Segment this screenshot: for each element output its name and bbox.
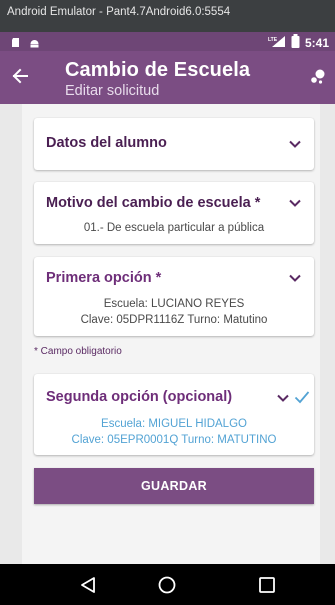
required-note: * Campo obligatorio <box>34 346 122 357</box>
form-content: Datos del alumno Motivo del cambio de es… <box>22 104 320 564</box>
back-button[interactable] <box>5 61 35 91</box>
arrow-back-icon <box>12 68 28 84</box>
reason-card[interactable]: Motivo del cambio de escuela * 01.- De e… <box>34 182 314 244</box>
nav-recents-button[interactable] <box>256 574 278 596</box>
scroll-area[interactable]: Datos del alumno Motivo del cambio de es… <box>0 104 335 564</box>
recents-square-icon <box>259 577 275 593</box>
nav-home-button[interactable] <box>156 574 178 596</box>
chevron-down-icon[interactable] <box>288 273 302 283</box>
clock: 5:41 <box>304 35 329 50</box>
check-icon <box>294 391 310 404</box>
student-data-title: Datos del alumno <box>46 135 167 151</box>
first-option-details: Clave: 05DPR1116Z Turno: Matutino <box>80 314 268 326</box>
home-circle-icon <box>158 576 176 594</box>
bubbles-icon <box>311 69 325 84</box>
page-subtitle: Editar solicitud <box>65 83 160 99</box>
chat-button[interactable] <box>303 63 331 91</box>
reason-title: Motivo del cambio de escuela * <box>46 195 261 211</box>
signal-icon: LTE <box>268 35 286 51</box>
battery-icon <box>291 34 300 51</box>
first-option-school: Escuela: LUCIANO REYES <box>103 298 245 310</box>
navigation-bar <box>0 564 335 605</box>
second-option-card[interactable]: Segunda opción (opcional) Escuela: MIGUE… <box>34 374 314 455</box>
sd-card-icon <box>10 35 21 47</box>
second-option-title: Segunda opción (opcional) <box>46 389 233 405</box>
second-option-details: Clave: 05EPR0001Q Turno: MATUTINO <box>71 434 277 446</box>
emulator-window-title: Android Emulator - Pant4.7Android6.0:555… <box>0 0 335 32</box>
chevron-down-icon[interactable] <box>288 198 302 208</box>
app-bar: Cambio de Escuela Editar solicitud <box>0 51 335 104</box>
first-option-card[interactable]: Primera opción * Escuela: LUCIANO REYES … <box>34 257 314 336</box>
back-triangle-icon <box>81 577 95 593</box>
chevron-down-icon[interactable] <box>276 393 290 403</box>
network-label: LTE <box>268 37 278 43</box>
first-option-title: Primera opción * <box>46 270 162 286</box>
reason-value: 01.- De escuela particular a pública <box>83 222 265 234</box>
student-data-card[interactable]: Datos del alumno <box>34 118 314 170</box>
nav-back-button[interactable] <box>77 574 99 596</box>
second-option-school: Escuela: MIGUEL HIDALGO <box>101 418 247 430</box>
status-bar: LTE 5:41 <box>0 32 335 51</box>
page-title: Cambio de Escuela <box>65 59 251 81</box>
save-button[interactable]: GUARDAR <box>34 468 314 504</box>
android-icon <box>29 35 40 48</box>
phone-screen: LTE 5:41 Cambio de Escuela Editar solici… <box>0 32 335 605</box>
chevron-down-icon[interactable] <box>288 139 302 149</box>
